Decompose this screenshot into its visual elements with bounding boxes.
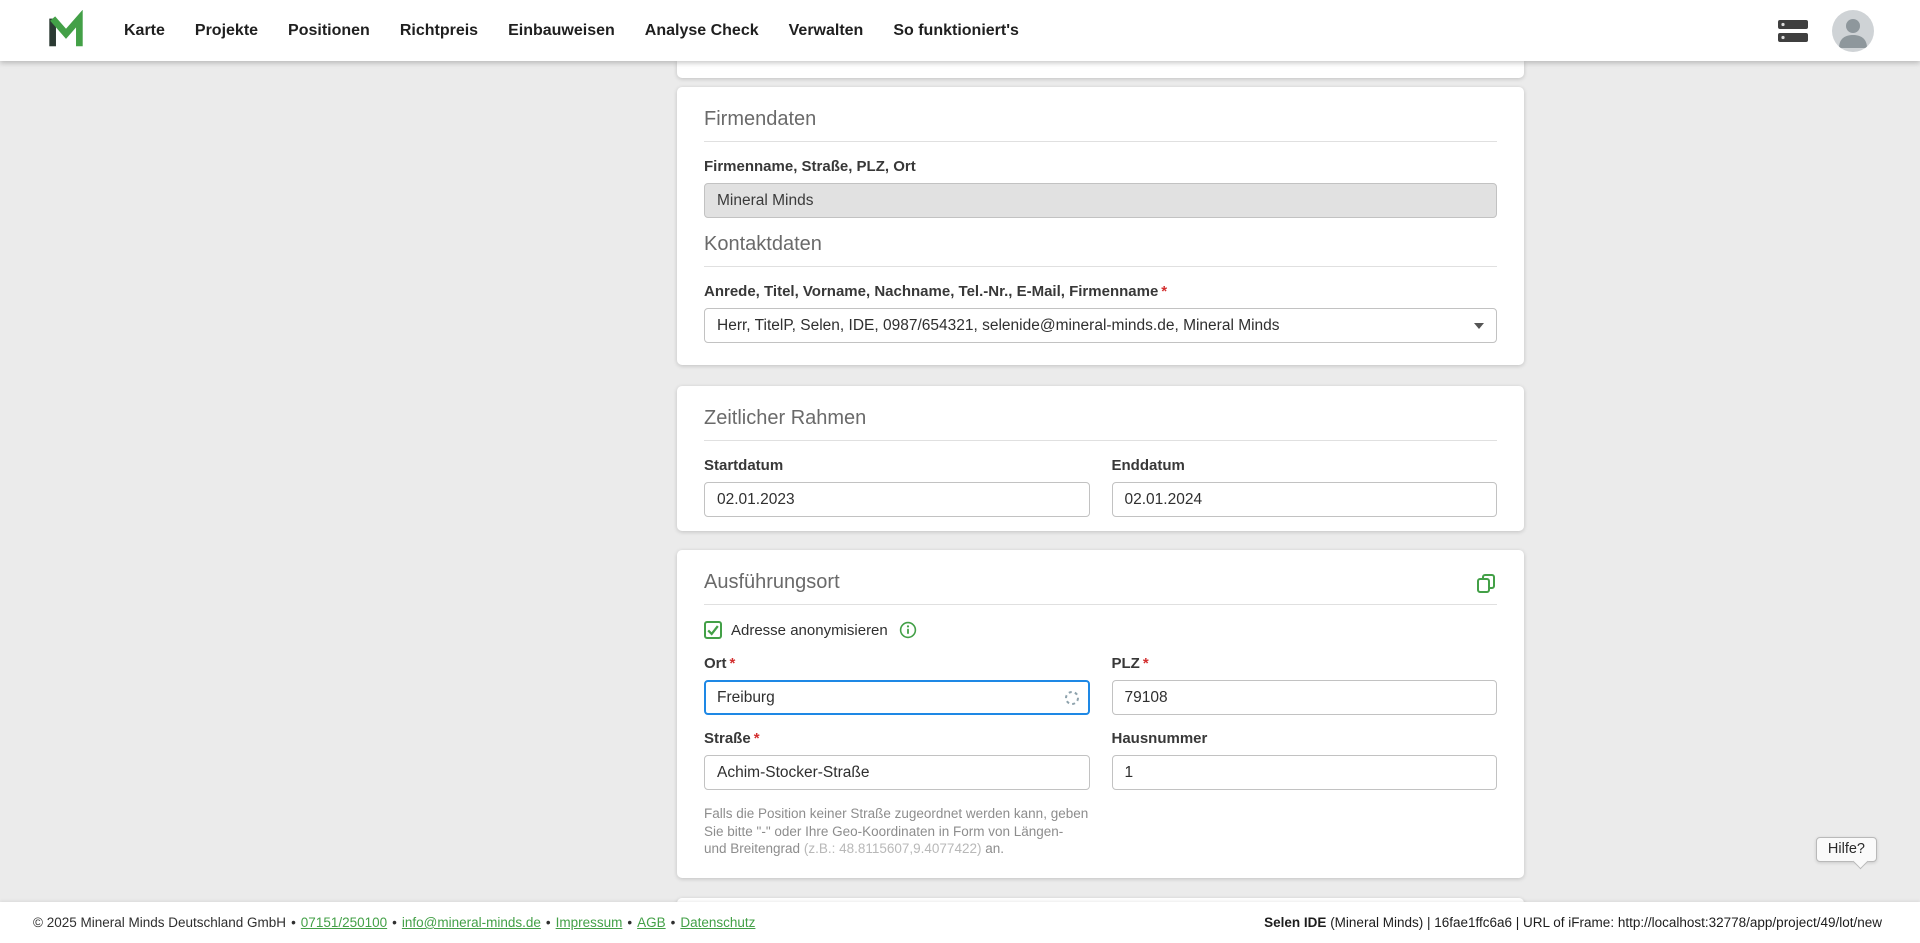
chevron-down-icon: [1474, 323, 1484, 329]
footer-impressum-link[interactable]: Impressum: [556, 915, 623, 930]
section-title-ausfuehrungsort: Ausführungsort: [704, 570, 840, 594]
kontakt-select-value: Herr, TitelP, Selen, IDE, 0987/654321, s…: [717, 317, 1280, 335]
main-nav: Karte Projekte Positionen Richtpreis Ein…: [124, 22, 1019, 40]
separator: •: [671, 915, 676, 930]
form-content: Firmendaten Firmenname, Straße, PLZ, Ort…: [677, 61, 1524, 943]
separator: •: [392, 915, 397, 930]
help-button-label: Hilfe?: [1828, 841, 1865, 857]
required-asterisk: *: [1143, 655, 1149, 672]
required-asterisk: *: [754, 730, 760, 747]
loading-spinner-icon: [1064, 690, 1080, 706]
footer: © 2025 Mineral Minds Deutschland GmbH • 07…: [0, 902, 1920, 943]
kontakt-field-label: Anrede, Titel, Vorname, Nachname, Tel.-N…: [704, 283, 1497, 301]
footer-email-link[interactable]: info@mineral-minds.de: [402, 915, 541, 930]
page: Karte Projekte Positionen Richtpreis Ein…: [0, 0, 1920, 943]
hint-example: (z.B.: 48.8115607,9.4077422): [804, 841, 982, 856]
divider: [704, 604, 1497, 605]
divider: [704, 266, 1497, 267]
strasse-input[interactable]: [704, 755, 1090, 790]
footer-agb-link[interactable]: AGB: [637, 915, 666, 930]
topbar-right: [1778, 10, 1874, 52]
kontakt-label-text: Anrede, Titel, Vorname, Nachname, Tel.-N…: [704, 283, 1158, 300]
required-asterisk: *: [730, 655, 736, 672]
separator: •: [627, 915, 632, 930]
ort-input[interactable]: [704, 680, 1090, 715]
check-icon: [706, 623, 720, 637]
user-avatar[interactable]: [1832, 10, 1874, 52]
strasse-label-text: Straße: [704, 730, 751, 747]
separator: •: [546, 915, 551, 930]
ausfuehrungsort-title-row: Ausführungsort: [704, 570, 1497, 604]
nav-item-so-funktionierts[interactable]: So funktioniert's: [893, 22, 1019, 40]
nav-item-richtpreis[interactable]: Richtpreis: [400, 22, 478, 40]
divider: [704, 440, 1497, 441]
date-fields-row: Startdatum Enddatum: [704, 457, 1497, 517]
anonymize-checkbox[interactable]: [704, 621, 722, 639]
footer-left: © 2025 Mineral Minds Deutschland GmbH • 07…: [33, 915, 755, 930]
footer-phone-link[interactable]: 07151/250100: [301, 915, 387, 930]
section-title-zeitlicher-rahmen: Zeitlicher Rahmen: [704, 406, 1497, 430]
mineral-minds-logo[interactable]: [44, 9, 88, 53]
divider: [704, 141, 1497, 142]
enddatum-label: Enddatum: [1112, 457, 1498, 475]
strasse-field: Straße*: [704, 730, 1090, 790]
server-icon[interactable]: [1778, 20, 1808, 42]
nav-item-einbauweisen[interactable]: Einbauweisen: [508, 22, 615, 40]
anonymize-label: Adresse anonymisieren: [731, 622, 888, 639]
top-navigation-bar: Karte Projekte Positionen Richtpreis Ein…: [0, 0, 1920, 61]
plz-label-text: PLZ: [1112, 655, 1140, 672]
card-zeitlicher-rahmen: Zeitlicher Rahmen Startdatum Enddatum: [677, 386, 1524, 531]
ort-label-text: Ort: [704, 655, 727, 672]
section-title-kontaktdaten: Kontaktdaten: [704, 232, 1497, 256]
footer-datenschutz-link[interactable]: Datenschutz: [680, 915, 755, 930]
copy-icon[interactable]: [1475, 572, 1497, 599]
enddatum-input[interactable]: [1112, 482, 1498, 517]
startdatum-field: Startdatum: [704, 457, 1090, 517]
nav-item-verwalten[interactable]: Verwalten: [789, 22, 864, 40]
ort-input-wrap: [704, 680, 1090, 715]
startdatum-input[interactable]: [704, 482, 1090, 517]
plz-input[interactable]: [1112, 680, 1498, 715]
startdatum-label: Startdatum: [704, 457, 1090, 475]
plz-label: PLZ*: [1112, 655, 1498, 673]
nav-item-analyse-check[interactable]: Analyse Check: [645, 22, 759, 40]
section-title-firmendaten: Firmendaten: [704, 107, 1497, 131]
footer-ide-name: Selen IDE: [1264, 915, 1326, 930]
company-field-label: Firmenname, Straße, PLZ, Ort: [704, 158, 1497, 176]
required-asterisk: *: [1161, 283, 1167, 300]
strasse-hint-text: Falls die Position keiner Straße zugeord…: [704, 805, 1090, 858]
logo-icon: [45, 10, 87, 52]
nav-item-projekte[interactable]: Projekte: [195, 22, 258, 40]
separator: •: [291, 915, 296, 930]
hausnummer-field: Hausnummer: [1112, 730, 1498, 790]
plz-field: PLZ*: [1112, 655, 1498, 715]
ort-field: Ort*: [704, 655, 1090, 715]
card-partial-top: [677, 61, 1524, 78]
nav-item-karte[interactable]: Karte: [124, 22, 165, 40]
hausnummer-input[interactable]: [1112, 755, 1498, 790]
help-button[interactable]: Hilfe?: [1816, 837, 1877, 862]
footer-ide-details: (Mineral Minds) | 16fae1ffc6a6 | URL of …: [1326, 915, 1882, 930]
company-input: [704, 183, 1497, 218]
enddatum-field: Enddatum: [1112, 457, 1498, 517]
kontakt-section: Kontaktdaten Anrede, Titel, Vorname, Nac…: [704, 232, 1497, 343]
anonymize-row: Adresse anonymisieren: [704, 621, 1497, 639]
card-firmendaten: Firmendaten Firmenname, Straße, PLZ, Ort…: [677, 87, 1524, 365]
address-fields-grid: Ort* PLZ*: [704, 655, 1497, 858]
footer-debug-info: Selen IDE (Mineral Minds) | 16fae1ffc6a6…: [1264, 915, 1882, 930]
person-icon: [1832, 10, 1874, 52]
strasse-label: Straße*: [704, 730, 1090, 748]
nav-item-positionen[interactable]: Positionen: [288, 22, 370, 40]
hausnummer-label: Hausnummer: [1112, 730, 1498, 748]
hint-suffix: an.: [981, 841, 1004, 856]
ort-label: Ort*: [704, 655, 1090, 673]
info-icon[interactable]: [899, 621, 917, 639]
copyright-text: © 2025 Mineral Minds Deutschland GmbH: [33, 915, 286, 930]
kontakt-select[interactable]: Herr, TitelP, Selen, IDE, 0987/654321, s…: [704, 308, 1497, 343]
card-ausfuehrungsort: Ausführungsort Adresse anonymisieren: [677, 550, 1524, 878]
